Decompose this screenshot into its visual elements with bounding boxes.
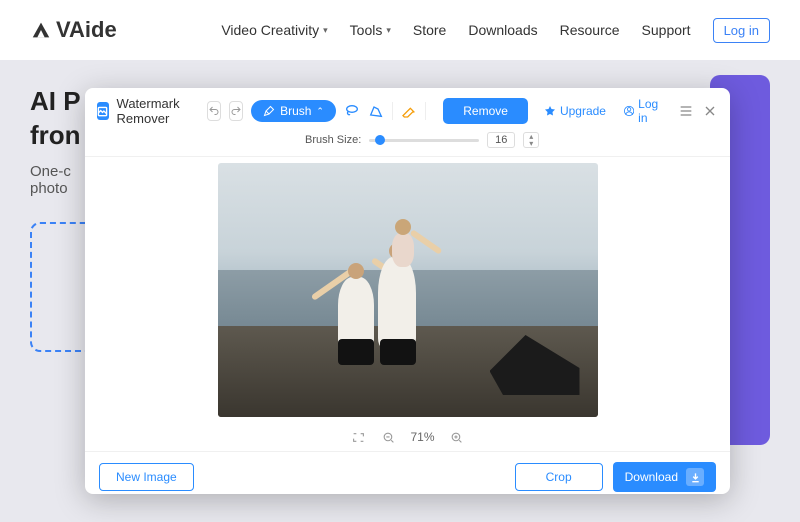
- nav-links: Video Creativity▾ Tools▾ Store Downloads…: [221, 18, 770, 43]
- brush-options-row: Brush Size: 16 ▴▾: [85, 130, 730, 157]
- nav-item-store[interactable]: Store: [413, 22, 446, 38]
- brush-size-stepper[interactable]: ▴▾: [523, 132, 539, 148]
- brush-size-label: Brush Size:: [305, 134, 361, 146]
- upgrade-label: Upgrade: [560, 104, 606, 118]
- zoom-level: 71%: [410, 430, 434, 444]
- nav-item-downloads[interactable]: Downloads: [468, 22, 537, 38]
- download-label: Download: [625, 470, 678, 484]
- fit-screen-button[interactable]: [350, 429, 366, 445]
- nav-item-tools[interactable]: Tools▾: [350, 22, 391, 38]
- menu-button[interactable]: [678, 101, 694, 121]
- remove-button[interactable]: Remove: [443, 98, 528, 124]
- new-image-button[interactable]: New Image: [99, 463, 194, 491]
- zoom-out-button[interactable]: [380, 429, 396, 445]
- upgrade-icon: [544, 105, 556, 117]
- brush-label: Brush: [280, 104, 311, 118]
- zoom-controls: 71%: [85, 423, 730, 451]
- polygon-tool-button[interactable]: [368, 100, 384, 122]
- nav-login-button[interactable]: Log in: [713, 18, 770, 43]
- crop-button[interactable]: Crop: [515, 463, 603, 491]
- upgrade-button[interactable]: Upgrade: [544, 104, 606, 118]
- watermark-remover-modal: Watermark Remover Brush ⌃ Remove Upgrade…: [85, 88, 730, 494]
- lasso-tool-button[interactable]: [344, 100, 360, 122]
- download-icon: [686, 468, 704, 486]
- modal-toolbar: Watermark Remover Brush ⌃ Remove Upgrade…: [85, 88, 730, 130]
- brand-icon: [30, 19, 52, 41]
- brand-text: VAide: [56, 17, 117, 43]
- nav-item-support[interactable]: Support: [642, 22, 691, 38]
- brush-size-slider[interactable]: [369, 134, 479, 146]
- toolbar-divider: [392, 102, 393, 120]
- close-button[interactable]: [702, 101, 718, 121]
- chevron-up-icon: ⌃: [316, 106, 324, 117]
- modal-footer: New Image Crop Download: [85, 451, 730, 494]
- nav-item-video-creativity[interactable]: Video Creativity▾: [221, 22, 327, 38]
- modal-login-button[interactable]: Log in: [624, 97, 662, 125]
- undo-button[interactable]: [207, 101, 221, 121]
- zoom-in-button[interactable]: [449, 429, 465, 445]
- brush-size-value[interactable]: 16: [487, 132, 515, 148]
- redo-button[interactable]: [229, 101, 243, 121]
- eraser-tool-button[interactable]: [401, 100, 417, 122]
- chevron-down-icon: ▾: [323, 25, 328, 36]
- image-canvas[interactable]: [218, 163, 598, 417]
- nav-item-resource[interactable]: Resource: [560, 22, 620, 38]
- app-icon: [97, 102, 109, 120]
- login-label: Log in: [638, 97, 662, 125]
- user-icon: [624, 104, 634, 118]
- top-nav: VAide Video Creativity▾ Tools▾ Store Dow…: [0, 0, 800, 60]
- download-button[interactable]: Download: [613, 462, 716, 492]
- canvas-area[interactable]: [85, 157, 730, 423]
- brush-icon: [263, 105, 275, 117]
- brush-tool-button[interactable]: Brush ⌃: [251, 100, 336, 122]
- modal-title: Watermark Remover: [117, 96, 194, 126]
- chevron-down-icon: ▾: [386, 25, 391, 36]
- brand-logo[interactable]: VAide: [30, 17, 117, 43]
- toolbar-divider: [425, 102, 426, 120]
